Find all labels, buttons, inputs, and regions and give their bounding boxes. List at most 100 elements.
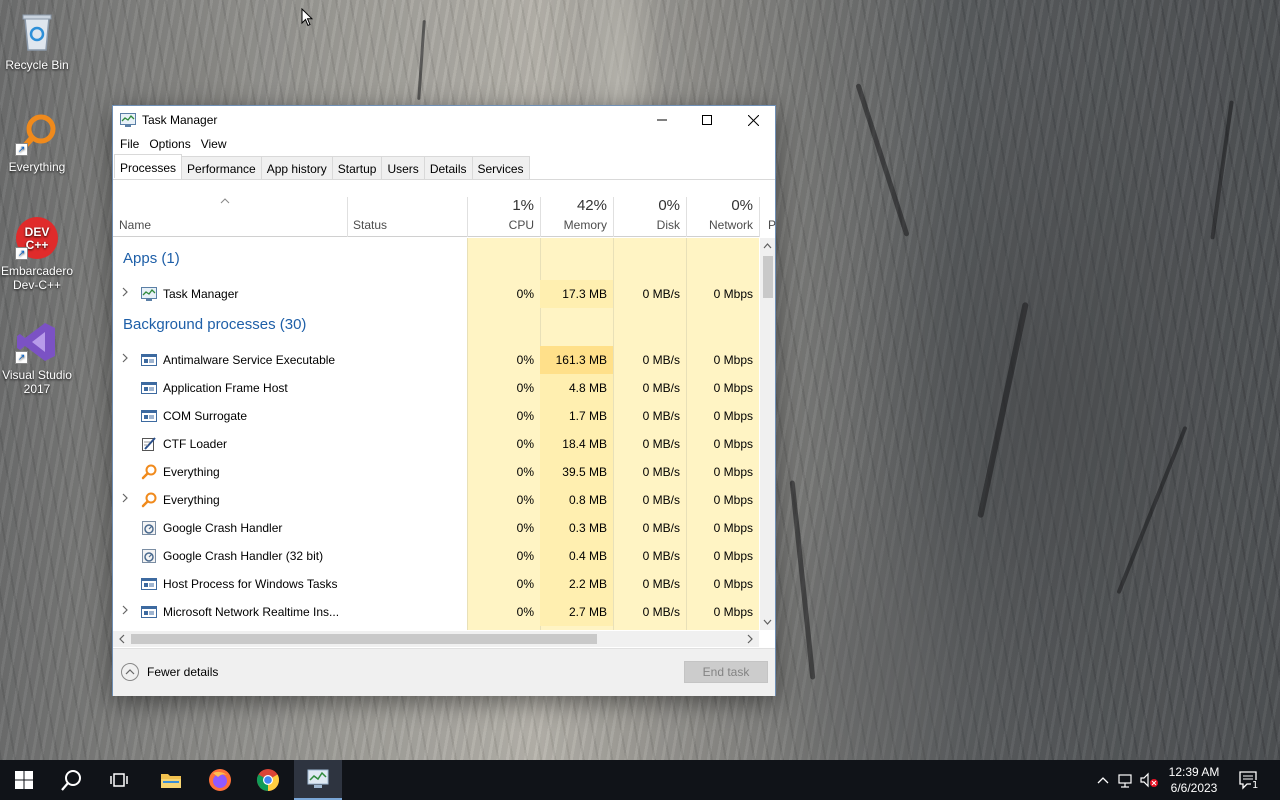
- maximize-button[interactable]: [684, 106, 730, 134]
- menu-file[interactable]: File: [115, 134, 144, 156]
- tab-users[interactable]: Users: [381, 156, 425, 179]
- desktop-icon-devcpp[interactable]: DEV C++ ↗ Embarcadero Dev-C++: [0, 216, 75, 292]
- process-row[interactable]: COM Surrogate 0% 1.7 MB 0 MB/s 0 Mbps: [113, 402, 759, 430]
- process-row[interactable]: Application Frame Host 0% 4.8 MB 0 MB/s 0 Mb…: [113, 374, 759, 402]
- chrome-icon: [257, 769, 279, 791]
- process-cpu-value: 0%: [516, 577, 534, 591]
- close-button[interactable]: [730, 106, 776, 134]
- column-divider[interactable]: [759, 197, 760, 237]
- scroll-down-icon[interactable]: [760, 616, 775, 628]
- task-manager-icon: [120, 113, 136, 130]
- horizontal-scroll-thumb[interactable]: [131, 634, 597, 644]
- scroll-left-icon[interactable]: [116, 631, 128, 647]
- process-row[interactable]: Task Manager 0% 17.3 MB 0 MB/s 0 Mbps: [113, 280, 759, 308]
- horizontal-scrollbar[interactable]: [113, 631, 759, 647]
- taskbar-file-explorer[interactable]: [147, 760, 195, 800]
- process-network-value: 0 Mbps: [713, 381, 753, 395]
- expand-chevron-icon[interactable]: [121, 287, 129, 300]
- start-button[interactable]: [0, 760, 48, 800]
- show-hidden-icons-button[interactable]: [1092, 760, 1114, 800]
- tab-details[interactable]: Details: [423, 156, 473, 179]
- search-button[interactable]: [48, 760, 96, 800]
- svg-text:C++: C++: [26, 238, 49, 252]
- tab-services[interactable]: Services: [471, 156, 530, 179]
- column-memory[interactable]: 42% Memory: [540, 183, 613, 237]
- windows-logo-icon: [15, 771, 33, 789]
- scroll-right-icon[interactable]: [744, 631, 756, 647]
- tab-startup[interactable]: Startup: [331, 156, 383, 179]
- column-status[interactable]: Status: [347, 183, 467, 237]
- clock-date: 6/6/2023: [1170, 781, 1218, 795]
- column-cpu-label: CPU: [508, 218, 534, 232]
- task-view-icon: [110, 773, 128, 787]
- process-row[interactable]: Google Crash Handler (32 bit) 0% 0.4 MB 0 M…: [113, 542, 759, 570]
- everything-icon: [141, 464, 157, 480]
- mouse-cursor-icon: [301, 7, 314, 30]
- taskbar: 12:39 AM 6/6/2023 1: [0, 760, 1280, 800]
- network-tray-button[interactable]: [1115, 760, 1137, 800]
- expand-chevron-icon[interactable]: [121, 493, 129, 506]
- expand-chevron-icon[interactable]: [121, 605, 129, 618]
- process-name: CTF Loader: [163, 437, 228, 451]
- footer-bar: Fewer details End task: [113, 648, 775, 696]
- tab-app-history[interactable]: App history: [260, 156, 333, 179]
- column-cpu[interactable]: 1% CPU: [467, 183, 540, 237]
- process-network-value: 0 Mbps: [713, 465, 753, 479]
- taskbar-clock[interactable]: 12:39 AM 6/6/2023: [1160, 764, 1228, 796]
- menu-view[interactable]: View: [196, 134, 232, 156]
- title-bar[interactable]: Task Manager: [113, 106, 775, 134]
- vertical-scrollbar[interactable]: [760, 238, 775, 630]
- tab-processes[interactable]: Processes: [114, 154, 183, 178]
- tab-strip: Processes Performance App history Startu…: [113, 154, 775, 180]
- process-cpu-value: 0%: [516, 287, 534, 301]
- process-name: Application Frame Host: [163, 381, 288, 395]
- end-task-button[interactable]: End task: [684, 661, 768, 683]
- process-cpu-value: 0%: [516, 353, 534, 367]
- menu-options[interactable]: Options: [144, 134, 195, 156]
- taskbar-chrome[interactable]: [244, 760, 292, 800]
- process-disk-value: 0 MB/s: [642, 465, 680, 479]
- process-row[interactable]: CTF Loader 0% 18.4 MB 0 MB/s 0 Mbps: [113, 430, 759, 458]
- process-name: Google Crash Handler (32 bit): [163, 549, 324, 563]
- fewer-details-button[interactable]: Fewer details: [121, 663, 218, 681]
- process-name: Everything: [163, 465, 220, 479]
- column-disk-label: Disk: [656, 218, 680, 232]
- taskbar-task-manager[interactable]: [294, 760, 342, 800]
- process-cpu-value: 0%: [516, 549, 534, 563]
- volume-tray-button[interactable]: [1138, 760, 1160, 800]
- process-row[interactable]: Microsoft Network Realtime Ins... 0% 2.7 M…: [113, 598, 759, 626]
- process-cpu-value: 0%: [516, 493, 534, 507]
- minimize-button[interactable]: [639, 106, 685, 134]
- desktop-icon-recycle-bin[interactable]: Recycle Bin: [0, 10, 75, 72]
- chevron-up-icon: [1097, 777, 1109, 784]
- file-explorer-icon: [161, 774, 181, 788]
- volume-muted-icon: [1140, 772, 1158, 788]
- process-memory-value: 0.3 MB: [568, 521, 607, 535]
- scroll-up-icon[interactable]: [760, 240, 775, 252]
- column-power-partial[interactable]: P: [768, 218, 776, 232]
- task-view-button[interactable]: [96, 760, 144, 800]
- column-network[interactable]: 0% Network: [686, 183, 759, 237]
- action-center-button[interactable]: 1: [1234, 760, 1264, 800]
- tab-performance[interactable]: Performance: [181, 156, 262, 179]
- process-disk-value: 0 MB/s: [642, 549, 680, 563]
- svg-text:DEV: DEV: [25, 225, 50, 239]
- process-row[interactable]: Antimalware Service Executable 0% 161.3 MB…: [113, 346, 759, 374]
- process-row[interactable]: Host Process for Windows Tasks 0% 2.2 MB 0 …: [113, 570, 759, 598]
- recycle-bin-icon: [15, 10, 59, 54]
- desktop-icon-everything[interactable]: ↗ Everything: [0, 112, 75, 174]
- column-disk[interactable]: 0% Disk: [613, 183, 686, 237]
- maximize-icon: [702, 115, 712, 125]
- column-name[interactable]: Name: [113, 183, 347, 237]
- process-row[interactable]: Everything 0% 39.5 MB 0 MB/s 0 Mbps: [113, 458, 759, 486]
- notification-count: 1: [1251, 780, 1260, 791]
- expand-chevron-icon[interactable]: [121, 353, 129, 366]
- desktop-icon-visual-studio[interactable]: ↗ Visual Studio 2017: [0, 320, 75, 396]
- process-row[interactable]: Google Crash Handler 0% 0.3 MB 0 MB/s 0 Mbps: [113, 514, 759, 542]
- search-icon: [61, 770, 81, 791]
- process-memory-value: 0.4 MB: [568, 549, 607, 563]
- vertical-scroll-thumb[interactable]: [763, 256, 773, 298]
- taskbar-firefox[interactable]: [196, 760, 244, 800]
- desktop-icon-label: Everything: [8, 160, 66, 174]
- process-row[interactable]: Everything 0% 0.8 MB 0 MB/s 0 Mbps: [113, 486, 759, 514]
